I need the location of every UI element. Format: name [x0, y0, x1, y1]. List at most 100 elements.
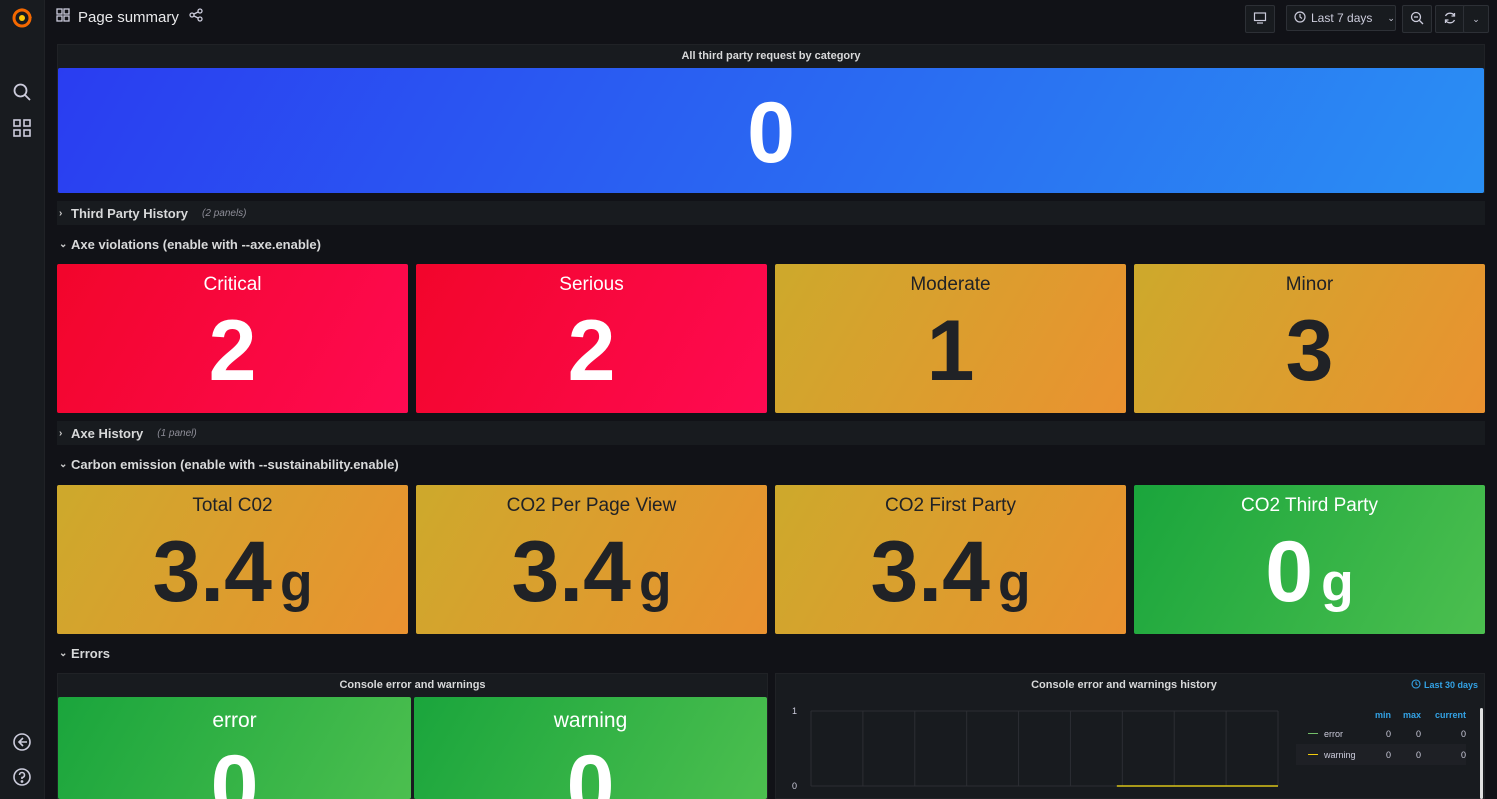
console-history-panel: Console error and warnings history Last …	[775, 673, 1485, 799]
stat-title: warning	[553, 709, 628, 732]
time-picker-button[interactable]: Last 7 days ⌄	[1286, 5, 1396, 31]
legend-max: 0	[1415, 749, 1421, 760]
dashboard-navbar: Page summary Last 7 days ⌄ ⌄	[44, 0, 1497, 40]
clock-icon	[1411, 679, 1421, 691]
row-errors[interactable]: ⌄ Errors	[57, 641, 1485, 665]
stat-value: 0	[747, 85, 795, 181]
legend-series-name: error	[1324, 728, 1344, 739]
time-override-info: Last 30 days	[1411, 679, 1478, 691]
zoom-out-button[interactable]	[1402, 5, 1432, 33]
stat-title[interactable]: Moderate	[775, 274, 1126, 296]
legend-row[interactable]: error 0 0 0	[1296, 723, 1466, 744]
time-range-label: Last 7 days	[1311, 11, 1373, 25]
refresh-icon	[1443, 11, 1457, 28]
stat-co2-first-party: CO2 First Party 3.4 g	[775, 485, 1126, 634]
chevron-down-icon: ⌄	[59, 458, 68, 470]
stat-moderate: Moderate 1	[775, 264, 1126, 413]
legend-current: 0	[1460, 728, 1466, 739]
row-title: Errors	[71, 645, 111, 661]
stat-title[interactable]: CO2 First Party	[775, 495, 1126, 517]
stat-title[interactable]: Total C02	[57, 495, 408, 517]
stat-value: 3.4 g	[511, 524, 672, 620]
stat-title[interactable]: Critical	[57, 274, 408, 296]
tv-mode-button[interactable]	[1245, 5, 1275, 33]
chevron-down-icon: ⌄	[1387, 12, 1395, 23]
console-errors-panel: Console error and warnings error 0 warni…	[57, 673, 768, 799]
stat-value: 0	[566, 738, 615, 799]
legend-table: min max current error 0 0 0 warning 0 0 …	[1296, 710, 1466, 765]
third-party-panel: All third party request by category 0	[57, 44, 1485, 193]
row-third-party-history[interactable]: › Third Party History (2 panels)	[57, 201, 1485, 225]
stat-value: 3.4 g	[152, 524, 313, 620]
legend-current: 0	[1460, 749, 1466, 760]
stat-critical: Critical 2	[57, 264, 408, 413]
chevron-right-icon: ›	[59, 427, 63, 439]
row-title: Third Party History	[71, 205, 189, 221]
stat-warning: warning 0	[414, 697, 767, 799]
panel-title[interactable]: Console error and warnings	[58, 679, 767, 691]
dashboard-grid-icon	[56, 8, 70, 27]
legend-row[interactable]: warning 0 0 0	[1296, 744, 1466, 765]
legend-min: 0	[1385, 728, 1391, 739]
grafana-logo-icon[interactable]	[9, 5, 35, 31]
stat-minor: Minor 3	[1134, 264, 1485, 413]
scrollbar[interactable]	[1480, 708, 1483, 799]
stat-value: 3.4 g	[870, 524, 1031, 620]
chevron-down-icon: ⌄	[1472, 13, 1480, 24]
legend-min: 0	[1385, 749, 1391, 760]
stat-total-co2: Total C02 3.4 g	[57, 485, 408, 634]
legend-series-name: warning	[1324, 749, 1356, 760]
refresh-interval-dropdown[interactable]: ⌄	[1463, 5, 1489, 33]
stat-co2-per-page-view: CO2 Per Page View 3.4 g	[416, 485, 767, 634]
legend-header-max[interactable]: max	[1391, 710, 1421, 720]
stat-unit: g	[997, 554, 1031, 613]
chevron-right-icon: ›	[59, 207, 63, 219]
y-tick-label: 0	[792, 781, 797, 791]
graph-canvas[interactable]: 10	[776, 704, 1296, 799]
stat-error: error 0	[58, 697, 411, 799]
series-color-swatch	[1308, 754, 1318, 755]
chevron-down-icon: ⌄	[59, 238, 68, 250]
stat-unit: g	[279, 554, 313, 613]
y-tick-label: 1	[792, 706, 797, 716]
stat-value: 2	[208, 303, 257, 399]
stat-unit: g	[638, 554, 672, 613]
stat-value: 0g	[1265, 524, 1354, 620]
row-title: Axe History	[71, 425, 144, 441]
stat-title: error	[212, 709, 257, 732]
series-color-swatch	[1308, 733, 1318, 734]
third-party-stat: 0	[58, 68, 1484, 193]
legend-header-current[interactable]: current	[1421, 710, 1466, 720]
chevron-down-icon: ⌄	[59, 647, 68, 659]
stat-value: 2	[567, 303, 616, 399]
panel-title[interactable]: Console error and warnings history	[776, 679, 1472, 691]
legend-max: 0	[1415, 728, 1421, 739]
search-icon[interactable]	[9, 79, 35, 105]
row-axe-violations[interactable]: ⌄ Axe violations (enable with --axe.enab…	[57, 232, 1485, 256]
row-axe-history[interactable]: › Axe History (1 panel)	[57, 421, 1485, 445]
stat-title[interactable]: Minor	[1134, 274, 1485, 296]
legend-header-min[interactable]: min	[1361, 710, 1391, 720]
row-title: Axe violations (enable with --axe.enable…	[71, 236, 321, 252]
stat-value: 0	[210, 738, 259, 799]
stat-unit: g	[1321, 554, 1354, 613]
panel-title[interactable]: All third party request by category	[58, 50, 1484, 62]
help-icon[interactable]	[9, 764, 35, 790]
time-override-label: Last 30 days	[1423, 680, 1478, 690]
stat-title[interactable]: Serious	[416, 274, 767, 296]
stat-value: 3	[1285, 303, 1334, 399]
refresh-button[interactable]	[1435, 5, 1465, 33]
stat-title[interactable]: CO2 Third Party	[1134, 495, 1485, 517]
share-icon[interactable]	[189, 8, 203, 27]
row-carbon-emission[interactable]: ⌄ Carbon emission (enable with --sustain…	[57, 452, 1485, 476]
dashboards-icon[interactable]	[9, 115, 35, 141]
zoom-out-icon	[1410, 11, 1424, 28]
clock-icon	[1294, 10, 1306, 26]
monitor-icon	[1253, 11, 1267, 28]
stat-title[interactable]: CO2 Per Page View	[416, 495, 767, 517]
stat-value: 1	[926, 303, 975, 399]
page-title[interactable]: Page summary	[78, 9, 179, 26]
sign-in-icon[interactable]	[9, 729, 35, 755]
stat-serious: Serious 2	[416, 264, 767, 413]
side-menu	[0, 0, 45, 799]
